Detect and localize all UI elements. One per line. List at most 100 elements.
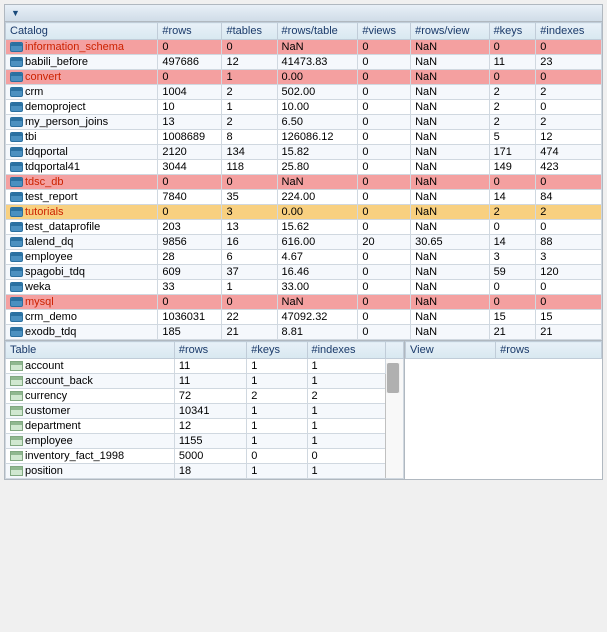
table-row[interactable]: exodb_tdq185218.810NaN2121 <box>6 325 602 340</box>
data-cell: 0 <box>358 190 411 205</box>
table-row[interactable]: account_back1111 <box>6 374 404 389</box>
collapse-icon[interactable]: ▼ <box>11 8 20 18</box>
data-cell: 10341 <box>174 404 246 419</box>
table-name: customer <box>25 405 70 417</box>
table-icon <box>10 406 23 416</box>
data-cell: 1 <box>247 434 307 449</box>
table-row[interactable]: crm_demo10360312247092.320NaN1515 <box>6 310 602 325</box>
table-row[interactable]: crm10042502.000NaN22 <box>6 85 602 100</box>
table-row[interactable]: tdqportal41304411825.800NaN149423 <box>6 160 602 175</box>
table-row[interactable]: tutorials030.000NaN22 <box>6 205 602 220</box>
catalog-name-cell: employee <box>6 250 158 265</box>
data-cell: 0 <box>358 280 411 295</box>
data-cell: 2 <box>222 115 277 130</box>
data-cell: 0 <box>489 220 536 235</box>
table-row[interactable]: position1811 <box>6 464 404 479</box>
data-cell: 0 <box>222 295 277 310</box>
table-row[interactable]: my_person_joins1326.500NaN22 <box>6 115 602 130</box>
col-keys: #keys <box>489 23 536 40</box>
data-cell: NaN <box>411 100 489 115</box>
db-icon <box>10 102 23 112</box>
data-cell: 15.62 <box>277 220 358 235</box>
data-cell: NaN <box>411 250 489 265</box>
data-cell: 0 <box>358 205 411 220</box>
table-row[interactable]: babili_before4976861241473.830NaN1123 <box>6 55 602 70</box>
data-cell: 2 <box>247 389 307 404</box>
data-cell: 126086.12 <box>277 130 358 145</box>
data-cell: 0 <box>358 175 411 190</box>
table-row[interactable]: tdqportal212013415.820NaN171474 <box>6 145 602 160</box>
table-row[interactable]: information_schema00NaN0NaN00 <box>6 40 602 55</box>
table-name-cell: position <box>6 464 175 479</box>
table-row[interactable]: customer1034111 <box>6 404 404 419</box>
table-row[interactable]: tbi10086898126086.120NaN512 <box>6 130 602 145</box>
table-row[interactable]: demoproject10110.000NaN20 <box>6 100 602 115</box>
view-table: View #rows <box>405 341 602 359</box>
catalog-name: weka <box>25 281 51 293</box>
data-cell: 0 <box>536 220 602 235</box>
catalog-name-cell: crm_demo <box>6 310 158 325</box>
data-cell: 149 <box>489 160 536 175</box>
data-cell: NaN <box>411 70 489 85</box>
data-cell: 3 <box>489 250 536 265</box>
bottom-left-panel: Table #rows #keys #indexes account1111ac… <box>5 341 405 479</box>
table-row[interactable]: tdsc_db00NaN0NaN00 <box>6 175 602 190</box>
data-cell: 8 <box>222 130 277 145</box>
data-cell: 3 <box>536 250 602 265</box>
table-row[interactable]: employee115511 <box>6 434 404 449</box>
table-row[interactable]: test_dataprofile2031315.620NaN00 <box>6 220 602 235</box>
table-row[interactable]: convert010.000NaN00 <box>6 70 602 85</box>
table-row[interactable]: department1211 <box>6 419 404 434</box>
table-row[interactable]: weka33133.000NaN00 <box>6 280 602 295</box>
data-cell: 0 <box>489 295 536 310</box>
data-cell: 28 <box>158 250 222 265</box>
table-row[interactable]: inventory_fact_1998500000 <box>6 449 404 464</box>
db-icon <box>10 297 23 307</box>
db-icon <box>10 57 23 67</box>
data-cell: 11 <box>174 374 246 389</box>
data-cell: NaN <box>277 295 358 310</box>
catalog-name-cell: crm <box>6 85 158 100</box>
data-cell: 15 <box>536 310 602 325</box>
data-cell: 88 <box>536 235 602 250</box>
data-cell: 41473.83 <box>277 55 358 70</box>
table-icon <box>10 361 23 371</box>
data-cell: NaN <box>411 295 489 310</box>
catalog-name-cell: babili_before <box>6 55 158 70</box>
data-cell: 134 <box>222 145 277 160</box>
data-cell: 1 <box>307 359 385 374</box>
data-cell: 3044 <box>158 160 222 175</box>
data-cell: 15.82 <box>277 145 358 160</box>
data-cell: 3 <box>222 205 277 220</box>
catalog-name: convert <box>25 71 61 83</box>
data-cell: 0 <box>536 40 602 55</box>
table-row[interactable]: spagobi_tdq6093716.460NaN59120 <box>6 265 602 280</box>
data-cell: 1 <box>247 464 307 479</box>
view-header-row: View #rows <box>406 342 602 359</box>
data-cell: 0 <box>489 70 536 85</box>
bottom-section: Table #rows #keys #indexes account1111ac… <box>5 340 602 479</box>
data-cell: 616.00 <box>277 235 358 250</box>
table-row[interactable]: test_report784035224.000NaN1484 <box>6 190 602 205</box>
data-cell: NaN <box>411 310 489 325</box>
table-name: account <box>25 360 64 372</box>
data-cell: 1 <box>222 100 277 115</box>
table-row[interactable]: account1111 <box>6 359 404 374</box>
table-row[interactable]: mysql00NaN0NaN00 <box>6 295 602 310</box>
data-cell: NaN <box>411 55 489 70</box>
data-cell: 2 <box>489 85 536 100</box>
data-cell: 1 <box>222 280 277 295</box>
catalog-name-cell: information_schema <box>6 40 158 55</box>
data-cell: 0 <box>358 130 411 145</box>
data-cell: 13 <box>222 220 277 235</box>
data-cell: 16 <box>222 235 277 250</box>
data-cell: 1008689 <box>158 130 222 145</box>
catalog-name: test_dataprofile <box>25 221 100 233</box>
table-name: currency <box>25 390 67 402</box>
table-row[interactable]: employee2864.670NaN33 <box>6 250 602 265</box>
data-cell: 203 <box>158 220 222 235</box>
catalog-name: my_person_joins <box>25 116 108 128</box>
data-cell: 0 <box>358 160 411 175</box>
table-row[interactable]: currency7222 <box>6 389 404 404</box>
table-row[interactable]: talend_dq985616616.002030.651488 <box>6 235 602 250</box>
